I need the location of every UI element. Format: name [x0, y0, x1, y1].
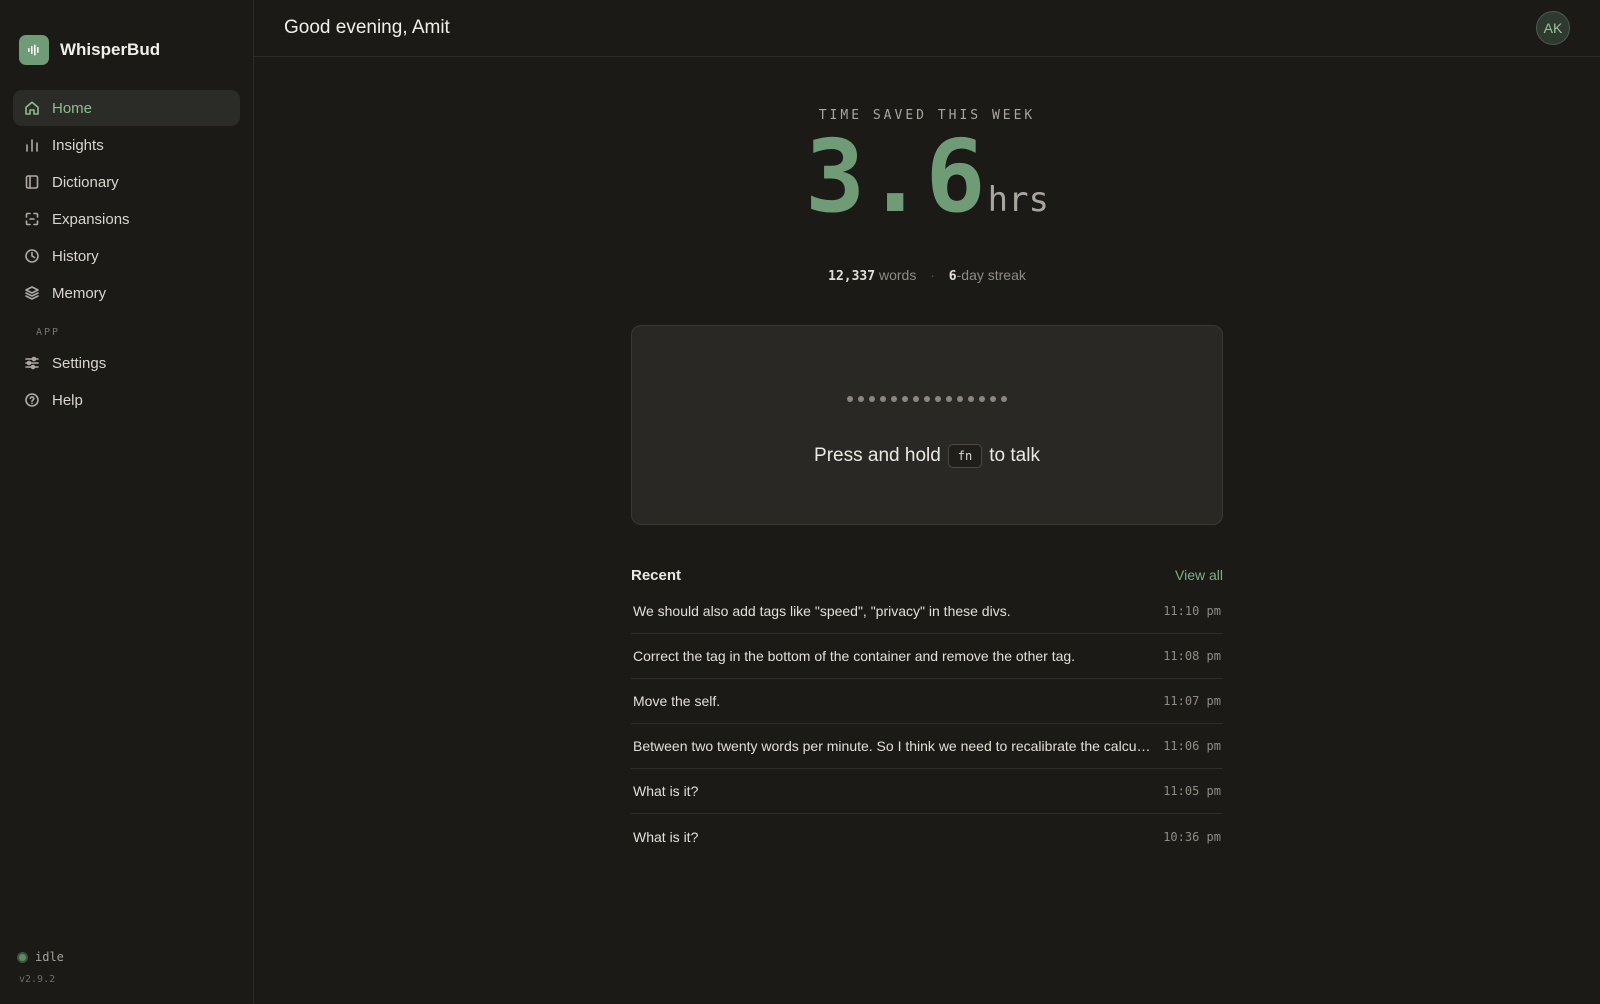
- waveform-dot: [946, 396, 952, 402]
- app-window: WhisperBud Home Insights Dictionary Expa…: [0, 0, 1600, 1004]
- sidebar-item-label: Dictionary: [52, 173, 119, 191]
- talk-prefix: Press and hold: [814, 445, 941, 466]
- sidebar-item-label: History: [52, 247, 99, 265]
- fn-key-badge: fn: [947, 444, 983, 468]
- recent-item-text: What is it?: [633, 783, 699, 799]
- waveform-dot: [891, 396, 897, 402]
- sidebar-item-help[interactable]: Help: [13, 382, 240, 418]
- time-saved-unit: hrs: [987, 180, 1050, 220]
- time-saved-number: 3.6: [804, 118, 986, 235]
- waveform-dot: [924, 396, 930, 402]
- sidebar-item-history[interactable]: History: [13, 238, 240, 274]
- sidebar-item-memory[interactable]: Memory: [13, 275, 240, 311]
- layers-icon: [24, 285, 40, 301]
- waveform-dot: [968, 396, 974, 402]
- recent-title: Recent: [631, 566, 682, 584]
- recent-item-text: Move the self.: [633, 693, 721, 709]
- recent-item-text: Correct the tag in the bottom of the con…: [633, 648, 1076, 664]
- stat-summary: 12,337 words · 6-day streak: [631, 267, 1223, 284]
- talk-card[interactable]: Press and hold fn to talk: [631, 325, 1223, 525]
- section-label-app: APP: [36, 327, 61, 338]
- main-content: Good evening, Amit AK TIME SAVED THIS WE…: [254, 0, 1600, 1004]
- recent-item-time: 11:05 pm: [1163, 784, 1221, 798]
- waveform-dot: [979, 396, 985, 402]
- waveform-dots-icon: [847, 396, 1007, 402]
- waveform-dot: [858, 396, 864, 402]
- home-icon: [24, 100, 40, 116]
- waveform-dot: [902, 396, 908, 402]
- avatar[interactable]: AK: [1536, 11, 1570, 45]
- sidebar-item-expansions[interactable]: Expansions: [13, 201, 240, 237]
- status-indicator: idle: [17, 950, 64, 964]
- sidebar-item-label: Home: [52, 99, 93, 117]
- list-item[interactable]: Move the self. 11:07 pm: [631, 679, 1223, 724]
- waveform-dot: [880, 396, 886, 402]
- words-count: 12,337: [828, 269, 876, 284]
- sidebar-nav: Home Insights Dictionary Expansions Hist…: [0, 90, 253, 418]
- help-circle-icon: [24, 392, 40, 408]
- waveform-dot: [990, 396, 996, 402]
- list-item[interactable]: We should also add tags like "speed", "p…: [631, 589, 1223, 634]
- recent-item-time: 11:07 pm: [1163, 694, 1221, 708]
- list-item[interactable]: Correct the tag in the bottom of the con…: [631, 634, 1223, 679]
- sidebar-item-home[interactable]: Home: [13, 90, 240, 126]
- brand[interactable]: WhisperBud: [0, 22, 253, 78]
- sidebar-item-settings[interactable]: Settings: [13, 345, 240, 381]
- words-label: words: [878, 267, 917, 283]
- sidebar-item-label: Settings: [52, 354, 107, 372]
- app-name: WhisperBud: [60, 40, 161, 59]
- sidebar-item-label: Memory: [52, 284, 107, 302]
- waveform-dot: [913, 396, 919, 402]
- talk-instruction: Press and hold fn to talk: [814, 444, 1040, 468]
- recent-item-time: 10:36 pm: [1163, 829, 1221, 844]
- sidebar-item-label: Expansions: [52, 210, 130, 228]
- status-dot-icon: [17, 951, 28, 963]
- sidebar-item-label: Help: [52, 391, 83, 409]
- waveform-dot: [935, 396, 941, 402]
- recent-item-text: Between two twenty words per minute. So …: [633, 738, 1152, 754]
- streak-label: -day streak: [956, 267, 1026, 283]
- sliders-icon: [24, 355, 40, 371]
- home-panel: TIME SAVED THIS WEEK 3.6hrs 12,337 words…: [631, 108, 1223, 859]
- list-item[interactable]: Between two twenty words per minute. So …: [631, 724, 1223, 769]
- status-text: idle: [35, 950, 64, 964]
- talk-suffix: to talk: [989, 445, 1040, 466]
- waveform-dot: [869, 396, 875, 402]
- waveform-icon: [19, 35, 49, 65]
- page-title: Good evening, Amit: [284, 17, 450, 38]
- list-item[interactable]: What is it? 11:05 pm: [631, 769, 1223, 814]
- sidebar-item-label: Insights: [52, 136, 104, 154]
- recent-item-time: 11:10 pm: [1163, 604, 1221, 618]
- book-icon: [24, 174, 40, 190]
- list-item[interactable]: What is it? 10:36 pm: [631, 814, 1223, 859]
- time-saved-value: 3.6hrs: [631, 127, 1223, 256]
- expand-icon: [24, 211, 40, 227]
- clock-icon: [24, 248, 40, 264]
- sidebar: WhisperBud Home Insights Dictionary Expa…: [0, 0, 254, 1004]
- recent-item-text: What is it?: [633, 828, 699, 845]
- waveform-dot: [957, 396, 963, 402]
- recent-header: Recent View all: [631, 565, 1223, 585]
- waveform-dot: [847, 396, 853, 402]
- view-all-link[interactable]: View all: [1175, 567, 1223, 583]
- recent-item-time: 11:06 pm: [1163, 739, 1221, 753]
- app-version: v2.9.2: [19, 974, 56, 985]
- waveform-dot: [1001, 396, 1007, 402]
- topbar: Good evening, Amit AK: [254, 0, 1600, 57]
- sidebar-item-dictionary[interactable]: Dictionary: [13, 164, 240, 200]
- separator-dot: ·: [930, 267, 935, 283]
- sidebar-item-insights[interactable]: Insights: [13, 127, 240, 163]
- recent-list: We should also add tags like "speed", "p…: [631, 589, 1223, 859]
- streak-count: 6: [948, 269, 957, 284]
- recent-item-text: We should also add tags like "speed", "p…: [633, 603, 1011, 619]
- bar-chart-icon: [24, 137, 40, 153]
- recent-item-time: 11:08 pm: [1163, 649, 1221, 663]
